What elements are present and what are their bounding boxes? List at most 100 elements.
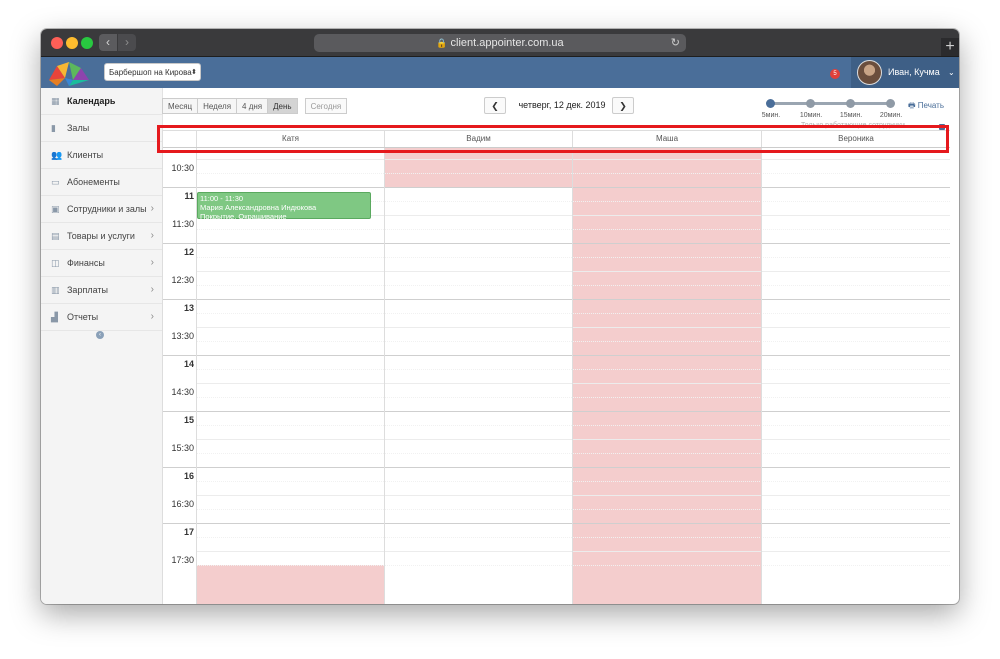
hour-line [163, 523, 950, 524]
quarter-line [196, 565, 950, 566]
time-label: 15:30 [171, 443, 194, 453]
reload-icon[interactable]: ↻ [671, 34, 680, 52]
interval-label: 10мин. [799, 112, 823, 119]
sidebar-item-goods[interactable]: ▤ Товары и услуги › [41, 223, 162, 250]
chevron-right-icon: › [150, 230, 154, 241]
printer-icon: 🖶 [908, 101, 916, 110]
view-4days-button[interactable]: 4 дня [236, 98, 269, 114]
calendar-grid: Катя Вадим Маша Вероника 1010:301111:301… [162, 130, 950, 604]
quarter-line [196, 481, 950, 482]
event-client: Мария Александровна Индюкова [200, 203, 317, 212]
interval-slider-stop[interactable] [886, 99, 895, 108]
card-icon: ▭ [51, 177, 60, 187]
quarter-line [196, 341, 950, 342]
sidebar-item-label: Финансы [67, 258, 105, 268]
sidebar-item-staff[interactable]: ▣ Сотрудники и залы › [41, 196, 162, 223]
sidebar-item-halls[interactable]: ▮ Залы [41, 115, 162, 142]
sidebar-item-finance[interactable]: ◫ Финансы › [41, 250, 162, 277]
quarter-line [196, 257, 950, 258]
time-label: 14 [183, 359, 194, 369]
forward-button[interactable]: › [118, 34, 136, 51]
app-header: Барбершоп на Кирова ⬍ 5 Иван, Кучма ⌄ [41, 57, 959, 88]
today-button[interactable]: Сегодня [304, 98, 348, 114]
quarter-line [196, 229, 950, 230]
users-icon: 👥 [51, 150, 63, 160]
current-date: четверг, 12 дек. 2019 [518, 100, 606, 110]
half-hour-line [196, 271, 950, 272]
quarter-line [196, 369, 950, 370]
chart-icon: ▟ [51, 312, 58, 322]
prev-day-button[interactable]: ❮ [484, 97, 506, 114]
new-tab-button[interactable]: + [941, 38, 959, 56]
time-label: 13:30 [171, 331, 194, 341]
sidebar: ▦ Календарь ▮ Залы 👥 Клиенты ▭ Абонемент… [41, 88, 163, 604]
interval-label: 5мин. [761, 112, 781, 119]
time-label: 11 [184, 191, 194, 201]
print-button[interactable]: 🖶 Печать [908, 100, 944, 114]
sidebar-item-label: Клиенты [67, 150, 104, 160]
half-hour-line [196, 439, 950, 440]
interval-slider-stop[interactable] [806, 99, 815, 108]
column-divider [384, 147, 385, 604]
collapse-sidebar-icon[interactable]: ‹ [96, 331, 104, 339]
next-day-button[interactable]: ❯ [612, 97, 634, 114]
column-divider [572, 147, 573, 604]
chevron-right-icon: › [150, 257, 154, 268]
sidebar-item-label: Зарплаты [67, 285, 108, 295]
user-menu[interactable]: Иван, Кучма ⌄ [851, 57, 959, 88]
branch-select[interactable]: Барбершоп на Кирова ⬍ [104, 63, 201, 81]
sidebar-item-subscriptions[interactable]: ▭ Абонементы [41, 169, 162, 196]
maximize-window-button[interactable] [81, 37, 93, 49]
time-label: 16:30 [171, 499, 194, 509]
minimize-window-button[interactable] [66, 37, 78, 49]
chevron-right-icon: ❯ [619, 101, 627, 111]
unavailable-slot [384, 147, 572, 187]
interval-slider-handle[interactable] [766, 99, 775, 108]
sidebar-item-clients[interactable]: 👥 Клиенты [41, 142, 162, 169]
time-label: 15 [183, 415, 194, 425]
hour-line [163, 467, 950, 468]
quarter-line [196, 509, 950, 510]
chevron-right-icon: › [150, 284, 154, 295]
chevron-right-icon: › [150, 203, 154, 214]
sidebar-item-calendar[interactable]: ▦ Календарь [41, 88, 162, 115]
staff-icon: ▣ [51, 204, 60, 214]
view-month-button[interactable]: Месяц [162, 98, 199, 114]
avatar [857, 60, 882, 85]
chevron-right-icon: › [125, 35, 129, 49]
notification-badge[interactable]: 5 [830, 69, 840, 79]
time-label: 14:30 [171, 387, 194, 397]
browser-titlebar: ‹ › 🔒 client.appointer.com.ua ↻ + [41, 29, 959, 57]
quarter-line [196, 537, 950, 538]
view-week-button[interactable]: Неделя [197, 98, 238, 114]
calendar-icon: ▦ [51, 96, 60, 106]
address-bar[interactable]: 🔒 client.appointer.com.ua ↻ [314, 34, 686, 52]
appointment-event[interactable]: 11:00 - 11:30 Мария Александровна Индюко… [197, 192, 371, 221]
quarter-line [196, 285, 950, 286]
calendar-body[interactable]: 1010:301111:301212:301313:301414:301515:… [163, 131, 950, 604]
back-button[interactable]: ‹ [99, 34, 117, 51]
close-window-button[interactable] [51, 37, 63, 49]
interval-label: 15мин. [839, 112, 863, 119]
interval-slider-track[interactable] [770, 102, 892, 105]
event-services: Покрытие, Окрашивание [200, 212, 287, 221]
hour-line [163, 243, 950, 244]
sidebar-item-reports[interactable]: ▟ Отчеты › [41, 304, 162, 331]
unavailable-slot [196, 565, 384, 604]
time-label: 10:30 [171, 163, 194, 173]
plus-icon: + [945, 38, 955, 55]
sidebar-item-salary[interactable]: ▥ Зарплаты › [41, 277, 162, 304]
goods-icon: ▤ [51, 231, 60, 241]
half-hour-line [196, 383, 950, 384]
chevron-right-icon: › [150, 311, 154, 322]
time-label: 13 [183, 303, 194, 313]
hour-line [163, 411, 950, 412]
view-day-button[interactable]: День [267, 98, 298, 114]
interval-slider-stop[interactable] [846, 99, 855, 108]
user-name: Иван, Кучма [888, 67, 940, 77]
appointer-logo-icon[interactable] [43, 58, 93, 88]
interval-label: 20мин. [879, 112, 903, 119]
hour-line [163, 299, 950, 300]
time-label: 11:30 [172, 219, 194, 229]
hour-line [163, 355, 950, 356]
